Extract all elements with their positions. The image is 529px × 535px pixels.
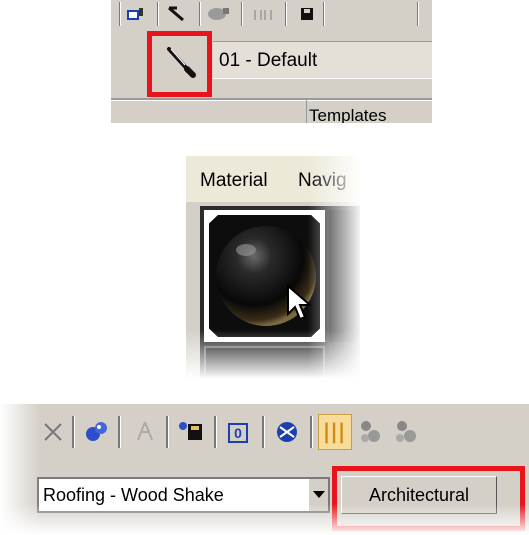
divider: [111, 98, 432, 100]
toolbar-separator: [310, 416, 312, 448]
toolbar-separator: [72, 416, 74, 448]
toolbar-separator: [417, 2, 418, 26]
material-editor-panel: Material Navig: [186, 156, 360, 379]
toolbar-separator: [323, 2, 324, 26]
material-name-panel: 01 - Default Templates: [111, 0, 432, 123]
svg-text:0: 0: [234, 425, 242, 441]
toolbar-separator: [285, 2, 286, 26]
toolbar-separator: [262, 416, 264, 448]
sample-slot-active[interactable]: [204, 210, 325, 342]
template-toolbar-panel: 0 Roofing - Wood Shake Architectural: [0, 404, 529, 535]
toolbar-separator: [166, 416, 168, 448]
assign-material-icon[interactable]: [207, 4, 231, 24]
sample-slot[interactable]: [329, 210, 360, 342]
eyedropper-icon[interactable]: [163, 43, 199, 81]
chevron-down-icon: [313, 491, 325, 498]
material-toolbar: [111, 0, 432, 28]
menu-item-material[interactable]: Material: [200, 170, 268, 192]
divider: [306, 100, 307, 123]
toolbar-separator: [214, 416, 216, 448]
template-dropdown-value: Roofing - Wood Shake: [43, 485, 224, 505]
menu-bar: Material Navig: [186, 156, 360, 202]
dropdown-arrow-button[interactable]: [308, 479, 328, 511]
hierarchy-icon[interactable]: [128, 414, 162, 450]
material-id-icon[interactable]: 0: [222, 414, 256, 450]
template-dropdown[interactable]: Roofing - Wood Shake: [37, 477, 330, 513]
copy-material-icon[interactable]: [251, 4, 275, 24]
go-forward-icon[interactable]: [388, 414, 422, 450]
menu-item-navigation[interactable]: Navig: [298, 170, 347, 192]
toolbar-separator: [157, 2, 158, 26]
templates-label: Templates: [309, 106, 387, 123]
architectural-button[interactable]: Architectural: [341, 476, 497, 514]
material-name-text: 01 - Default: [219, 50, 318, 71]
put-to-scene-icon[interactable]: [174, 414, 208, 450]
material-name-field[interactable]: 01 - Default: [213, 41, 432, 79]
go-to-parent-icon[interactable]: [354, 414, 388, 450]
put-to-library-icon[interactable]: [123, 4, 147, 24]
toolbar-separator: [119, 2, 120, 26]
toolbar-separator: [241, 2, 242, 26]
show-end-result-icon[interactable]: [318, 414, 352, 450]
material-ball-icon[interactable]: [80, 414, 114, 450]
pick-material-icon[interactable]: [165, 4, 189, 24]
toolbar-separator: [199, 2, 200, 26]
mouse-cursor-icon: [287, 284, 313, 321]
fade-overlay: [0, 404, 40, 535]
delete-icon[interactable]: [36, 414, 70, 450]
toolbar-separator: [118, 416, 120, 448]
sample-slot[interactable]: [204, 346, 325, 379]
show-map-icon[interactable]: [270, 414, 304, 450]
save-icon[interactable]: [295, 4, 319, 24]
